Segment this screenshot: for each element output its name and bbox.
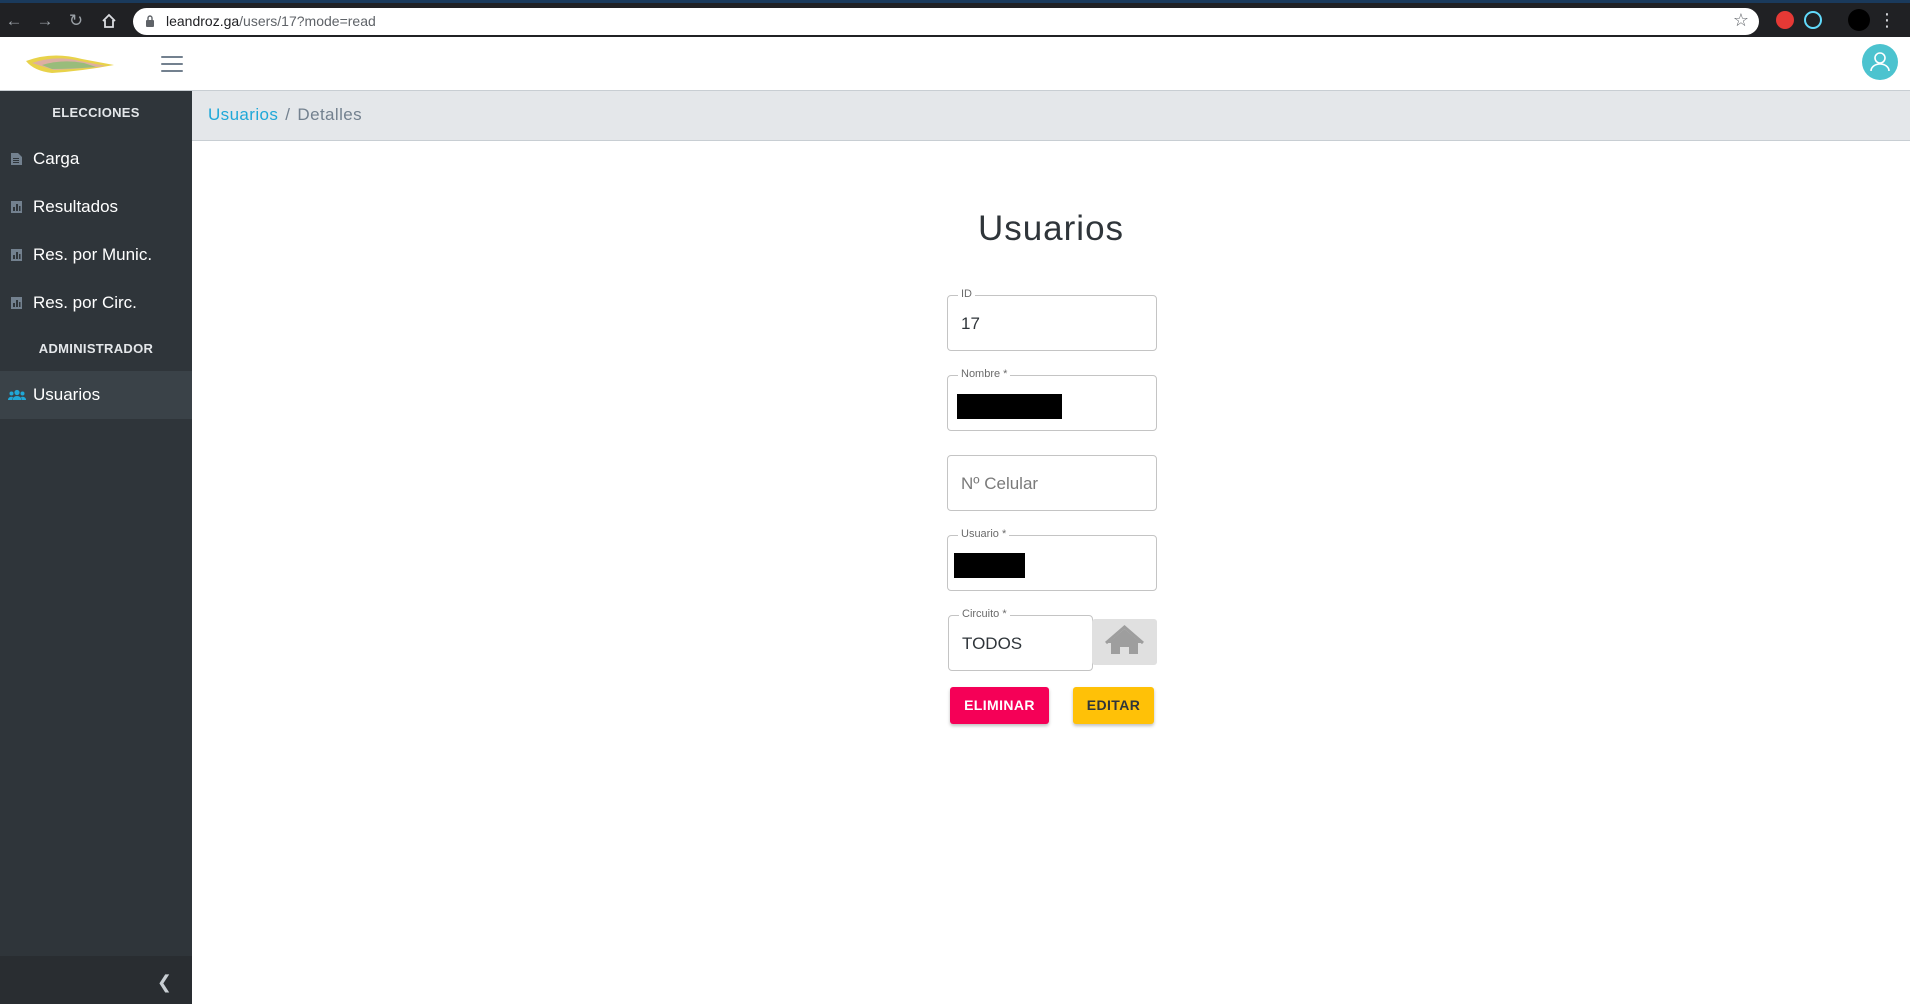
redacted-value [954, 553, 1025, 578]
users-icon [8, 389, 26, 400]
browser-menu-icon[interactable]: ⋮ [1878, 9, 1896, 31]
extension-icon[interactable] [1776, 11, 1794, 29]
forward-icon[interactable]: → [33, 9, 57, 33]
breadcrumb-separator: / [285, 105, 291, 124]
id-field-label: ID [958, 288, 975, 300]
bookmark-star-icon[interactable]: ☆ [1733, 10, 1749, 31]
lock-icon [146, 15, 154, 27]
app-header [0, 37, 1910, 91]
sidebar-item-label: Res. por Circ. [33, 293, 137, 312]
chart-icon [11, 201, 22, 213]
file-icon [11, 153, 22, 165]
sidebar-item-resultados[interactable]: Resultados [0, 183, 192, 231]
sidebar-item-label: Res. por Munic. [33, 245, 153, 264]
reload-icon[interactable]: ↻ [64, 9, 88, 33]
browser-chrome: ← → ↻ leandroz.ga/users/17?mode=read ☆ ⋮ [0, 0, 1910, 37]
sidebar-item-res-por-circ[interactable]: Res. por Circ. [0, 279, 192, 327]
back-icon[interactable]: ← [2, 9, 26, 33]
breadcrumb-current: Detalles [297, 105, 363, 124]
house-icon [1105, 625, 1144, 654]
user-avatar[interactable] [1862, 44, 1898, 80]
url-text: leandroz.ga/users/17?mode=read [166, 13, 376, 29]
home-icon[interactable] [97, 9, 121, 33]
breadcrumb-link-usuarios[interactable]: Usuarios [208, 105, 278, 124]
chart-icon [11, 297, 22, 309]
circuito-home-button[interactable] [1092, 619, 1157, 665]
sidebar-item-carga[interactable]: Carga [0, 135, 192, 183]
sidebar-item-label: Resultados [33, 197, 119, 216]
sidebar-section-administrador: ADMINISTRADOR [38, 341, 154, 356]
chart-icon [11, 249, 22, 261]
chevron-left-icon: ❮ [156, 972, 172, 992]
delete-button[interactable]: ELIMINAR [950, 687, 1049, 724]
circuito-field-value: TODOS [962, 634, 1023, 653]
sidebar-section-elecciones: ELECCIONES [52, 105, 140, 120]
usuario-field[interactable]: Usuario * [947, 528, 1157, 591]
react-devtools-icon[interactable] [1804, 11, 1822, 29]
sidebar: ELECCIONES Carga Resultados Res. por Mun… [0, 91, 192, 1004]
celular-field-placeholder: Nº Celular [961, 474, 1039, 493]
sidebar-item-usuarios[interactable]: Usuarios [0, 371, 192, 419]
circuito-field-label: Circuito * [959, 608, 1010, 620]
redacted-value [957, 394, 1062, 419]
nombre-field-label: Nombre * [958, 368, 1011, 380]
sidebar-toggle-button[interactable] [161, 56, 183, 72]
address-bar[interactable]: leandroz.ga/users/17?mode=read ☆ [133, 8, 1759, 35]
celular-field[interactable]: Nº Celular [947, 455, 1157, 511]
nombre-field[interactable]: Nombre * [947, 368, 1157, 431]
sidebar-minimizer-button[interactable]: ❮ [0, 956, 192, 1004]
edit-button[interactable]: EDITAR [1073, 687, 1154, 724]
brand-logo[interactable] [22, 49, 116, 77]
breadcrumb: Usuarios / Detalles [192, 91, 1910, 141]
id-field-value: 17 [961, 314, 980, 333]
usuario-field-label: Usuario * [958, 528, 1010, 540]
sidebar-item-label: Carga [33, 149, 80, 168]
page-title: Usuarios [977, 209, 1125, 248]
sidebar-item-label: Usuarios [33, 385, 101, 404]
circuito-field[interactable]: Circuito * TODOS [948, 608, 1093, 671]
sidebar-item-res-por-munic[interactable]: Res. por Munic. [0, 231, 192, 279]
id-field[interactable]: ID 17 [947, 288, 1157, 351]
profile-icon[interactable] [1848, 9, 1870, 31]
